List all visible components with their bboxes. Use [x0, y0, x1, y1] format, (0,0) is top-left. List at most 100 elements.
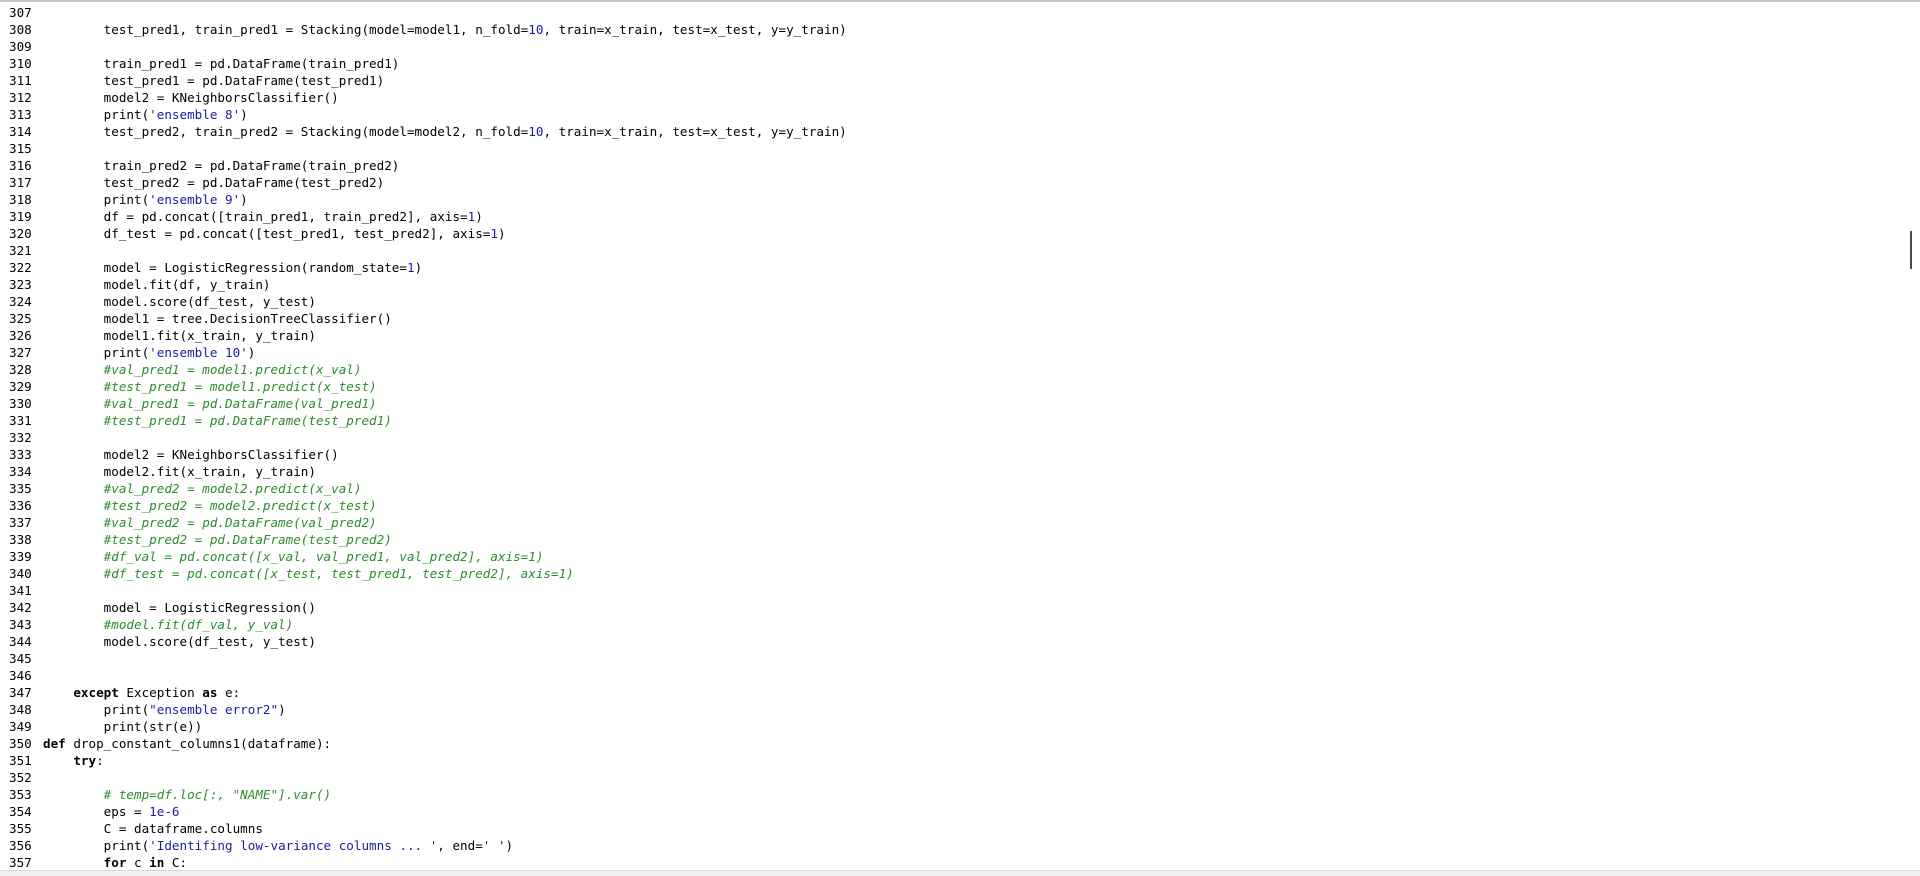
code-line[interactable]: 328 #val_pred1 = model1.predict(x_val) — [0, 361, 1908, 378]
line-number: 352 — [9, 770, 32, 785]
code-line[interactable]: 329 #test_pred1 = model1.predict(x_test) — [0, 378, 1908, 395]
line-number: 353 — [9, 787, 32, 802]
code-line[interactable]: 316 train_pred2 = pd.DataFrame(train_pre… — [0, 157, 1908, 174]
code-line[interactable]: 354 eps = 1e-6 — [0, 803, 1908, 820]
code-line[interactable]: 334 model2.fit(x_train, y_train) — [0, 463, 1908, 480]
code-line[interactable]: 353 # temp=df.loc[:, "NAME"].var() — [0, 786, 1908, 803]
code-line[interactable]: 343 #model.fit(df_val, y_val) — [0, 616, 1908, 633]
code-line[interactable]: 347 except Exception as e: — [0, 684, 1908, 701]
code-line[interactable]: 338 #test_pred2 = pd.DataFrame(test_pred… — [0, 531, 1908, 548]
code-token: #test_pred1 = pd.DataFrame(test_pred1) — [103, 413, 392, 428]
code-line[interactable]: 313 print('ensemble 8') — [0, 106, 1908, 123]
line-code: #test_pred2 = model2.predict(x_test) — [43, 498, 377, 513]
code-line[interactable]: 337 #val_pred2 = pd.DataFrame(val_pred2) — [0, 514, 1908, 531]
line-code: model = LogisticRegression() — [43, 600, 316, 615]
line-code: model.fit(df, y_train) — [43, 277, 271, 292]
code-line[interactable]: 322 model = LogisticRegression(random_st… — [0, 259, 1908, 276]
code-line[interactable]: 311 test_pred1 = pd.DataFrame(test_pred1… — [0, 72, 1908, 89]
code-token: eps = — [103, 804, 150, 819]
code-line[interactable]: 351 try: — [0, 752, 1908, 769]
line-code: #test_pred1 = pd.DataFrame(test_pred1) — [43, 413, 392, 428]
code-line[interactable]: 335 #val_pred2 = model2.predict(x_val) — [0, 480, 1908, 497]
line-code: #df_val = pd.concat([x_val, val_pred1, v… — [43, 549, 544, 564]
line-number: 335 — [9, 481, 32, 496]
code-token: 'ensemble 9' — [149, 192, 241, 207]
code-line[interactable]: 339 #df_val = pd.concat([x_val, val_pred… — [0, 548, 1908, 565]
line-code: train_pred1 = pd.DataFrame(train_pred1) — [43, 56, 400, 71]
code-line[interactable]: 346 — [0, 667, 1908, 684]
code-line[interactable]: 331 #test_pred1 = pd.DataFrame(test_pred… — [0, 412, 1908, 429]
code-token: #model.fit(df_val, y_val) — [103, 617, 294, 632]
code-token: , train=x_train, test=x_test, y=y_train) — [543, 124, 847, 139]
code-token: in — [149, 855, 165, 870]
code-line[interactable]: 326 model1.fit(x_train, y_train) — [0, 327, 1908, 344]
line-code: C = dataframe.columns — [43, 821, 263, 836]
line-number: 321 — [9, 243, 32, 258]
code-token: test_pred1, train_pred1 = Stacking(model… — [103, 22, 529, 37]
line-code: df_test = pd.concat([test_pred1, test_pr… — [43, 226, 506, 241]
line-number: 351 — [9, 753, 32, 768]
line-number: 330 — [9, 396, 32, 411]
horizontal-scrollbar[interactable] — [0, 870, 1920, 876]
code-token: Exception — [118, 685, 203, 700]
code-token: : — [96, 753, 104, 768]
code-token: except — [73, 685, 119, 700]
code-token: C = dataframe.columns — [103, 821, 263, 836]
line-number: 354 — [9, 804, 32, 819]
line-code: for c in C: — [43, 855, 187, 870]
code-line[interactable]: 314 test_pred2, train_pred2 = Stacking(m… — [0, 123, 1908, 140]
line-number: 345 — [9, 651, 32, 666]
code-line[interactable]: 355 C = dataframe.columns — [0, 820, 1908, 837]
code-token: 'ensemble 10' — [149, 345, 248, 360]
code-line[interactable]: 320 df_test = pd.concat([test_pred1, tes… — [0, 225, 1908, 242]
code-token: #df_val = pd.concat([x_val, val_pred1, v… — [103, 549, 544, 564]
code-line[interactable]: 327 print('ensemble 10') — [0, 344, 1908, 361]
code-line[interactable]: 318 print('ensemble 9') — [0, 191, 1908, 208]
code-line[interactable]: 309 — [0, 38, 1908, 55]
code-line[interactable]: 340 #df_test = pd.concat([x_test, test_p… — [0, 565, 1908, 582]
code-line[interactable]: 315 — [0, 140, 1908, 157]
vertical-scrollbar-thumb[interactable] — [1910, 231, 1912, 269]
line-code: print('Identifing low-variance columns .… — [43, 838, 513, 853]
code-line[interactable]: 344 model.score(df_test, y_test) — [0, 633, 1908, 650]
line-number: 320 — [9, 226, 32, 241]
code-line[interactable]: 324 model.score(df_test, y_test) — [0, 293, 1908, 310]
code-line[interactable]: 348 print("ensemble error2") — [0, 701, 1908, 718]
code-token: ) — [278, 702, 286, 717]
code-editor[interactable]: 307 308 test_pred1, train_pred1 = Stackin… — [0, 4, 1908, 870]
code-token: model.score(df_test, y_test) — [103, 294, 316, 309]
line-number: 314 — [9, 124, 32, 139]
code-line[interactable]: 349 print(str(e)) — [0, 718, 1908, 735]
line-code: # temp=df.loc[:, "NAME"].var() — [43, 787, 331, 802]
code-token: print( — [103, 192, 150, 207]
code-line[interactable]: 323 model.fit(df, y_train) — [0, 276, 1908, 293]
code-line[interactable]: 312 model2 = KNeighborsClassifier() — [0, 89, 1908, 106]
line-code: model.score(df_test, y_test) — [43, 634, 316, 649]
line-number: 310 — [9, 56, 32, 71]
code-line[interactable]: 308 test_pred1, train_pred1 = Stacking(m… — [0, 21, 1908, 38]
line-number: 326 — [9, 328, 32, 343]
code-line[interactable]: 345 — [0, 650, 1908, 667]
code-line[interactable]: 333 model2 = KNeighborsClassifier() — [0, 446, 1908, 463]
code-line[interactable]: 342 model = LogisticRegression() — [0, 599, 1908, 616]
code-line[interactable]: 336 #test_pred2 = model2.predict(x_test) — [0, 497, 1908, 514]
code-line[interactable]: 325 model1 = tree.DecisionTreeClassifier… — [0, 310, 1908, 327]
line-code: except Exception as e: — [43, 685, 240, 700]
code-line[interactable]: 317 test_pred2 = pd.DataFrame(test_pred2… — [0, 174, 1908, 191]
code-line[interactable]: 330 #val_pred1 = pd.DataFrame(val_pred1) — [0, 395, 1908, 412]
code-line[interactable]: 332 — [0, 429, 1908, 446]
line-code: model = LogisticRegression(random_state=… — [43, 260, 422, 275]
code-token: train_pred1 = pd.DataFrame(train_pred1) — [103, 56, 400, 71]
code-line[interactable]: 357 for c in C: — [0, 854, 1908, 870]
code-line[interactable]: 307 — [0, 4, 1908, 21]
code-line[interactable]: 321 — [0, 242, 1908, 259]
line-number: 319 — [9, 209, 32, 224]
code-line[interactable]: 310 train_pred1 = pd.DataFrame(train_pre… — [0, 55, 1908, 72]
code-line[interactable]: 356 print('Identifing low-variance colum… — [0, 837, 1908, 854]
code-line[interactable]: 341 — [0, 582, 1908, 599]
code-line[interactable]: 352 — [0, 769, 1908, 786]
code-line[interactable]: 319 df = pd.concat([train_pred1, train_p… — [0, 208, 1908, 225]
code-token: print( — [103, 107, 150, 122]
code-line[interactable]: 350 def drop_constant_columns1(dataframe)… — [0, 735, 1908, 752]
line-number: 328 — [9, 362, 32, 377]
